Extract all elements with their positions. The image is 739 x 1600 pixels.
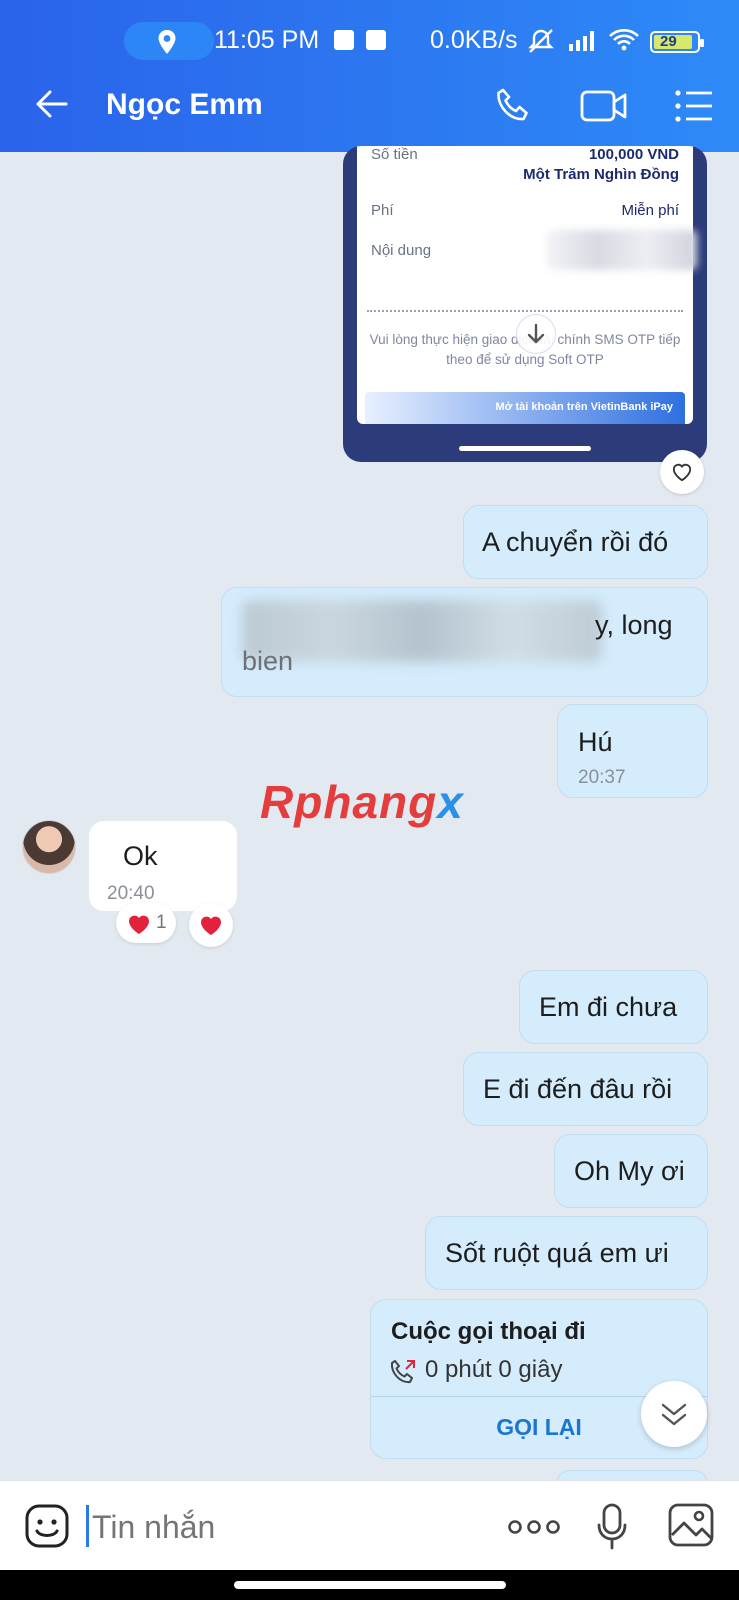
text-caret	[86, 1505, 89, 1547]
watermark: Rphangx	[260, 775, 464, 829]
message-text: y, long	[595, 610, 673, 640]
double-chevron-down-icon	[661, 1403, 687, 1426]
system-navigation-bar	[0, 1570, 739, 1600]
message-text-line2: bien	[242, 646, 294, 676]
message-input[interactable]	[92, 1505, 472, 1549]
download-button[interactable]	[516, 314, 556, 354]
message-text: Hú	[578, 727, 613, 757]
app-notification-icon	[366, 30, 386, 50]
home-indicator	[459, 446, 591, 451]
image-gallery-icon[interactable]	[668, 1503, 714, 1547]
message-time: 20:37	[578, 767, 626, 788]
fee-label: Phí	[371, 202, 394, 219]
outgoing-message[interactable]: A chuyển rồi đó	[463, 505, 708, 579]
call-duration: 0 phút 0 giây	[425, 1356, 563, 1383]
network-speed: 0.0KB/s	[430, 26, 518, 54]
content-label: Nội dung	[371, 242, 432, 259]
react-button[interactable]	[189, 903, 233, 947]
vietinbank-banner: Mở tài khoản trên VietinBank iPay	[365, 392, 685, 424]
message-text: Sốt ruột quá em ưi	[445, 1238, 669, 1268]
download-icon	[527, 323, 545, 344]
message-text: A chuyển rồi đó	[482, 527, 669, 557]
watermark-part2: x	[437, 776, 464, 828]
message-input-bar	[0, 1480, 739, 1570]
scroll-to-bottom-button[interactable]	[641, 1381, 707, 1447]
avatar[interactable]	[22, 820, 76, 874]
react-button[interactable]	[660, 450, 704, 494]
home-gesture-bar[interactable]	[234, 1581, 506, 1589]
outgoing-message[interactable]: Hú 20:37	[557, 704, 708, 798]
call-title: Cuộc gọi thoại đi	[391, 1318, 586, 1345]
outgoing-message[interactable]: Sốt ruột quá em ưi	[425, 1216, 708, 1290]
video-call-icon[interactable]	[580, 88, 628, 124]
outgoing-message[interactable]: y, long bien	[221, 587, 708, 697]
watermark-part1: Rphang	[260, 776, 438, 828]
banner-text: Mở tài khoản trên VietinBank iPay	[495, 401, 673, 413]
signal-icon	[569, 31, 594, 51]
fee-value: Miễn phí	[621, 202, 679, 219]
status-time: 11:05 PM	[214, 26, 320, 54]
zalo-notification-icon	[334, 30, 354, 50]
outgoing-message[interactable]: Oh My ơi	[554, 1134, 708, 1208]
more-options-icon[interactable]	[508, 1519, 560, 1535]
message-text: E đi đến đâu rồi	[483, 1074, 673, 1104]
reaction-count: 1	[156, 912, 167, 933]
microphone-icon[interactable]	[596, 1503, 628, 1551]
message-time: 20:40	[107, 883, 155, 904]
dotted-divider	[367, 310, 683, 312]
amount-label: Số tiền	[371, 146, 418, 163]
transfer-receipt-image[interactable]: Số tiền 100,000 VND Một Trăm Nghìn Đồng …	[343, 146, 707, 462]
heart-icon	[129, 915, 149, 934]
status-bar: 11:05 PM 0.0KB/s 29	[0, 0, 739, 62]
sticker-emoji-icon[interactable]	[24, 1503, 70, 1549]
blurred-content	[547, 230, 697, 270]
mute-icon	[528, 29, 554, 53]
incoming-message[interactable]: Ok 20:40	[88, 820, 238, 912]
menu-icon[interactable]	[674, 88, 714, 124]
back-arrow-icon[interactable]	[34, 86, 70, 122]
outgoing-message[interactable]: Em đi chưa	[519, 970, 708, 1044]
blurred-text	[242, 600, 602, 662]
message-text: Em đi chưa	[539, 992, 678, 1022]
heart-icon	[201, 916, 221, 935]
message-text: Ok	[123, 841, 158, 871]
location-indicator	[124, 22, 214, 60]
amount-value: 100,000 VND	[588, 146, 679, 163]
battery-indicator: 29	[650, 31, 704, 53]
message-text: Oh My ơi	[574, 1156, 685, 1186]
outgoing-call-icon	[390, 1360, 415, 1384]
heart-outline-icon	[672, 463, 692, 482]
wifi-icon	[609, 29, 639, 51]
contact-name[interactable]: Ngọc Emm	[106, 88, 263, 122]
battery-level: 29	[660, 33, 677, 50]
voice-call-icon[interactable]	[494, 86, 534, 126]
outgoing-message[interactable]: E đi đến đâu rồi	[463, 1052, 708, 1126]
reaction-summary[interactable]: 1	[116, 903, 176, 943]
receipt-card: Số tiền 100,000 VND Một Trăm Nghìn Đồng …	[357, 146, 697, 424]
location-icon	[158, 30, 176, 54]
chat-header: Ngọc Emm	[0, 62, 739, 152]
amount-words: Một Trăm Nghìn Đồng	[523, 166, 679, 183]
